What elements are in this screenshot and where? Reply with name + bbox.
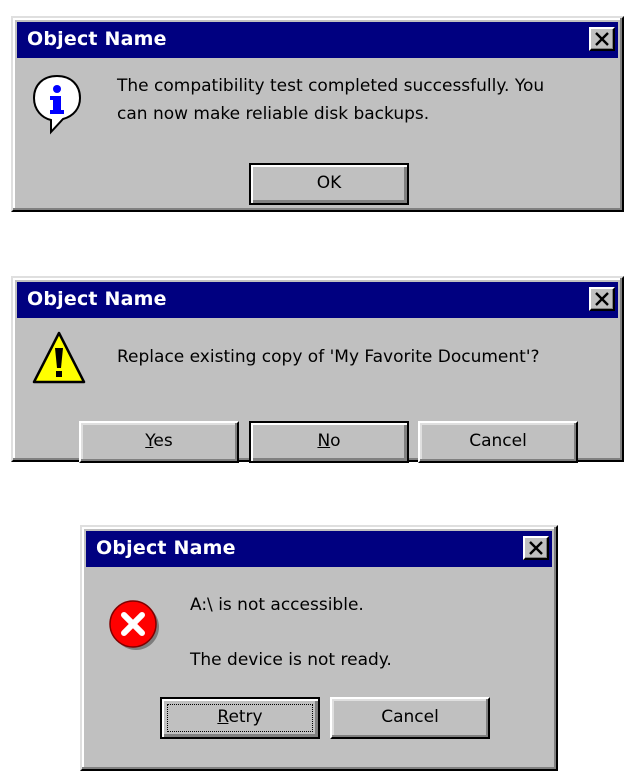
dialog-title: Object Name <box>27 288 167 310</box>
yes-button-label: Yes <box>145 431 172 451</box>
title-bar[interactable]: Object Name <box>17 22 618 58</box>
error-dialog: Object Name A:\ is not accessible. The d… <box>80 525 558 771</box>
info-message: The compatibility test completed success… <box>117 72 544 128</box>
retry-label-rest: etry <box>228 707 263 727</box>
no-label-rest: o <box>330 431 341 451</box>
close-x-icon <box>595 32 609 46</box>
dialog-title: Object Name <box>96 537 236 559</box>
mnemonic-n: N <box>317 431 331 451</box>
no-button[interactable]: No <box>249 421 409 463</box>
cancel-button-label: Cancel <box>381 707 439 727</box>
warning-icon <box>32 331 86 384</box>
dialog-title: Object Name <box>27 28 167 50</box>
no-button-label: No <box>317 431 340 451</box>
info-dialog: Object Name The compatibility test compl… <box>11 16 624 212</box>
ok-button-label: OK <box>316 173 342 193</box>
close-button[interactable] <box>589 27 615 51</box>
error-message-1: A:\ is not accessible. <box>190 595 364 615</box>
close-button[interactable] <box>589 287 615 311</box>
mnemonic-r: R <box>217 707 229 727</box>
yes-button[interactable]: Yes <box>79 421 239 463</box>
yes-label-rest: es <box>153 431 173 451</box>
cancel-button[interactable]: Cancel <box>330 697 490 739</box>
title-bar[interactable]: Object Name <box>86 531 552 567</box>
title-bar[interactable]: Object Name <box>17 282 618 318</box>
error-message-2: The device is not ready. <box>190 650 392 670</box>
retry-button[interactable]: Retry <box>160 697 320 739</box>
information-icon <box>32 74 82 135</box>
error-icon <box>109 600 159 650</box>
close-x-icon <box>595 292 609 306</box>
ok-button[interactable]: OK <box>249 163 409 205</box>
cancel-button[interactable]: Cancel <box>418 421 578 463</box>
cancel-button-label: Cancel <box>469 431 527 451</box>
warning-dialog: Object Name Replace existing copy of 'My… <box>11 276 624 463</box>
close-x-icon <box>529 541 543 555</box>
retry-button-label: Retry <box>217 707 262 727</box>
message-line: The compatibility test completed success… <box>117 76 545 96</box>
close-button[interactable] <box>523 536 549 560</box>
warning-message: Replace existing copy of 'My Favorite Do… <box>117 347 540 367</box>
message-line: can now make reliable disk backups. <box>117 104 430 124</box>
